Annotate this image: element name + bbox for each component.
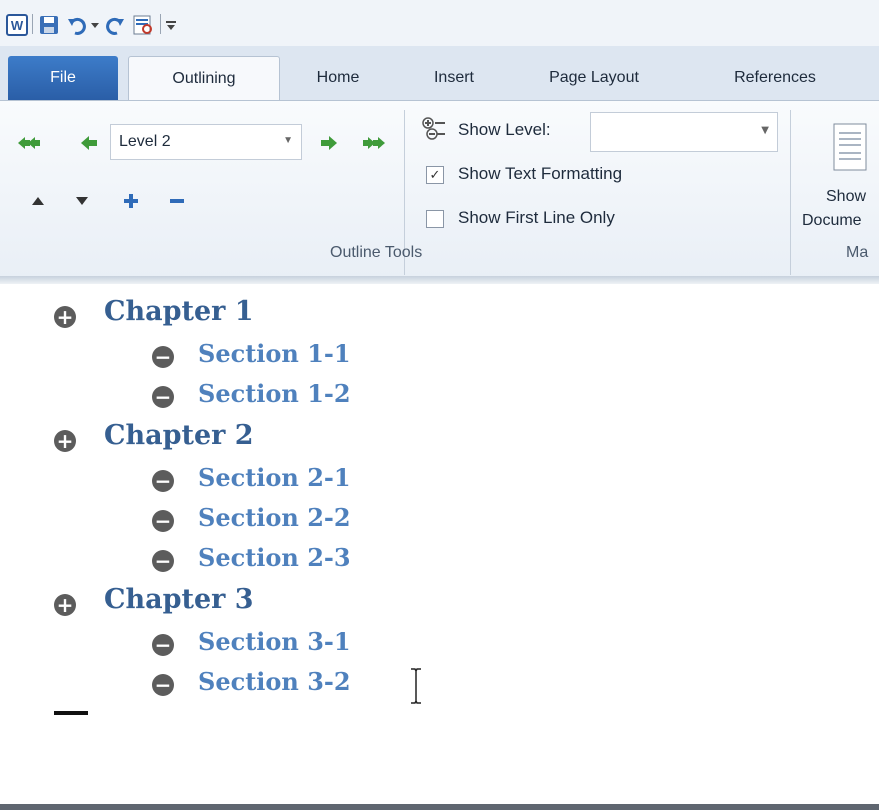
show-document-icon[interactable]	[830, 120, 870, 176]
quick-access-toolbar: W	[0, 0, 879, 46]
redo-icon[interactable]	[104, 14, 126, 36]
outline-heading-section[interactable]: Section 3-2	[198, 667, 351, 696]
show-document-label-line1[interactable]: Show	[826, 188, 866, 206]
undo-dropdown-icon[interactable]	[88, 14, 102, 36]
master-document-group-label: Ma	[846, 244, 869, 261]
outline-heading-chapter[interactable]: Chapter 3	[104, 584, 254, 615]
collapse-bullet-icon[interactable]: −	[152, 550, 174, 572]
outline-heading-chapter[interactable]: Chapter 2	[104, 420, 254, 451]
collapse-bullet-icon[interactable]: −	[152, 510, 174, 532]
show-text-formatting-checkbox[interactable]: ✓	[426, 166, 444, 184]
ribbon-shadow	[0, 276, 879, 284]
move-up-icon[interactable]	[26, 190, 50, 212]
outline-heading-section[interactable]: Section 2-1	[198, 463, 351, 492]
show-first-line-only-label[interactable]: Show First Line Only	[458, 208, 615, 228]
move-down-icon[interactable]	[70, 190, 94, 212]
collapse-bullet-icon[interactable]: −	[152, 470, 174, 492]
show-document-label-line2[interactable]: Docume	[802, 212, 862, 230]
tab-home[interactable]: Home	[296, 56, 380, 100]
show-text-formatting-label[interactable]: Show Text Formatting	[458, 164, 622, 184]
tab-insert[interactable]: Insert	[414, 56, 494, 100]
outline-tools-group-label: Outline Tools	[330, 244, 423, 261]
svg-text:W: W	[11, 18, 24, 33]
expand-icon[interactable]	[118, 188, 144, 214]
end-of-document-marker	[54, 711, 88, 715]
text-cursor-icon	[408, 666, 424, 706]
tab-file[interactable]: File	[8, 56, 118, 100]
tab-outlining[interactable]: Outlining	[128, 56, 280, 101]
undo-icon[interactable]	[66, 14, 88, 36]
expand-bullet-icon[interactable]: +	[54, 594, 76, 616]
promote-icon[interactable]	[76, 130, 102, 156]
window-bottom-border	[0, 804, 879, 810]
outline-level-value: Level 2	[119, 133, 171, 150]
collapse-bullet-icon[interactable]: −	[152, 634, 174, 656]
outline-heading-section[interactable]: Section 3-1	[198, 627, 351, 656]
checkmark-icon: ✓	[429, 167, 441, 183]
tab-references[interactable]: References	[700, 56, 850, 100]
chevron-down-icon: ▼	[283, 135, 293, 146]
show-level-dropdown[interactable]: ▼	[590, 112, 778, 152]
save-icon[interactable]	[38, 14, 60, 36]
outline-heading-section[interactable]: Section 1-1	[198, 339, 351, 368]
demote-icon[interactable]	[316, 130, 342, 156]
collapse-bullet-icon[interactable]: −	[152, 674, 174, 696]
promote-to-heading1-icon[interactable]	[16, 130, 42, 156]
tab-page-layout[interactable]: Page Layout	[524, 56, 664, 100]
outline-heading-section[interactable]: Section 2-2	[198, 503, 351, 532]
outline-heading-section[interactable]: Section 2-3	[198, 543, 351, 572]
expand-bullet-icon[interactable]: +	[54, 430, 76, 452]
show-first-line-only-checkbox[interactable]	[426, 210, 444, 228]
show-level-icon	[420, 116, 454, 142]
ribbon-divider	[790, 110, 791, 275]
collapse-bullet-icon[interactable]: −	[152, 346, 174, 368]
outline-level-dropdown[interactable]: Level 2 ▼	[110, 124, 302, 160]
outline-heading-chapter[interactable]: Chapter 1	[104, 296, 254, 327]
chevron-down-icon: ▼	[761, 125, 769, 136]
expand-bullet-icon[interactable]: +	[54, 306, 76, 328]
print-preview-icon[interactable]	[132, 14, 154, 36]
collapse-icon[interactable]	[164, 188, 190, 214]
outline-heading-section[interactable]: Section 1-2	[198, 379, 351, 408]
show-level-label: Show Level:	[458, 120, 551, 139]
collapse-bullet-icon[interactable]: −	[152, 386, 174, 408]
word-app-icon[interactable]: W	[6, 14, 28, 36]
demote-to-body-text-icon[interactable]	[360, 130, 390, 156]
customize-toolbar-icon[interactable]	[164, 14, 178, 36]
